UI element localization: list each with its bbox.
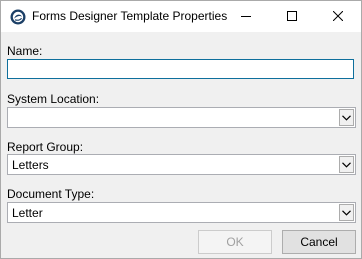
name-label: Name: (7, 44, 43, 58)
chevron-down-icon[interactable] (339, 204, 354, 221)
properties-dialog: Forms Designer Template Properties Name:… (0, 0, 362, 259)
document-type-select[interactable]: Letter (7, 202, 356, 223)
document-type-value: Letter (12, 206, 43, 220)
cancel-button[interactable]: Cancel (282, 230, 356, 254)
minimize-button[interactable] (223, 1, 269, 32)
maximize-icon (287, 8, 297, 26)
name-input[interactable] (7, 59, 354, 79)
document-type-label: Document Type: (7, 187, 95, 201)
cancel-button-label: Cancel (300, 235, 338, 249)
dialog-body: Name: System Location: Report Group: Let… (1, 32, 361, 258)
ok-button-label: OK (226, 235, 244, 249)
system-location-select[interactable] (7, 107, 356, 128)
minimize-icon (241, 8, 251, 26)
window-title: Forms Designer Template Properties (32, 9, 228, 23)
app-icon (10, 9, 26, 25)
title-bar[interactable]: Forms Designer Template Properties (1, 1, 361, 32)
close-icon (332, 8, 344, 26)
ok-button[interactable]: OK (198, 230, 272, 254)
report-group-label: Report Group: (7, 140, 84, 154)
report-group-select[interactable]: Letters (7, 154, 356, 175)
chevron-down-icon[interactable] (339, 156, 354, 173)
chevron-down-icon[interactable] (339, 109, 354, 126)
system-location-label: System Location: (7, 92, 100, 106)
maximize-button[interactable] (269, 1, 315, 32)
close-button[interactable] (315, 1, 361, 32)
report-group-value: Letters (12, 158, 49, 172)
